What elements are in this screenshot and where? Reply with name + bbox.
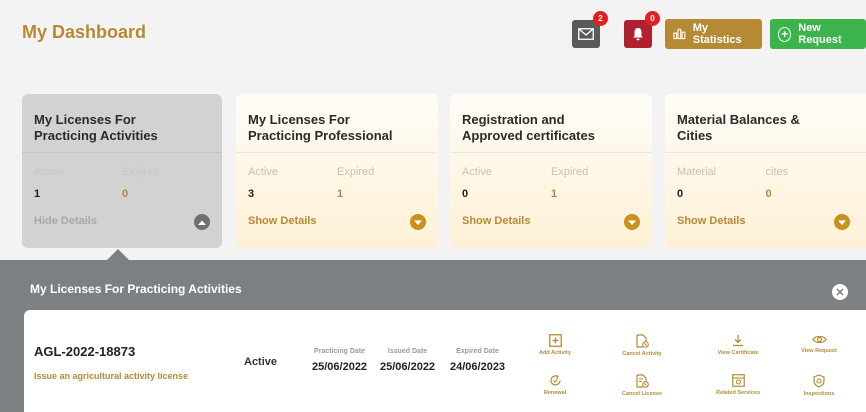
active-count: 1 [34,188,41,200]
card-values: 1 0 [34,188,210,200]
card-values: 0 1 [462,188,640,200]
card-divider [236,152,438,153]
card-labels: Active Expired [34,166,210,178]
renew-icon [549,374,561,386]
card-labels: Active Expired [462,166,640,178]
card-title: Material Balances & Cities [677,112,800,144]
my-statistics-button[interactable]: My Statistics [665,19,762,49]
view-certificate-button[interactable]: View Certificate [703,334,773,356]
hide-details-link[interactable]: Hide Details [34,215,97,227]
expired-count: 1 [551,188,558,200]
card-divider [22,152,222,153]
show-details-link[interactable]: Show Details [462,215,530,227]
cancel-activity-icon [635,334,649,348]
card-title: Registration and Approved certificates [462,112,595,144]
cities-count: 0 [765,188,772,200]
mail-count-badge: 2 [593,11,608,26]
show-details-link[interactable]: Show Details [248,215,316,227]
expired-label: Expired [122,166,160,178]
panel-title: My Licenses For Practicing Activities [30,282,242,296]
card-divider [450,152,652,153]
cancel-activity-button[interactable]: Cancel Activity [607,334,677,357]
add-activity-button[interactable]: Add Activity [520,334,590,356]
card-practicing-activities[interactable]: My Licenses For Practicing Activities Ac… [22,94,222,248]
card-labels: Active Expired [248,166,426,178]
close-icon[interactable]: ✕ [832,284,848,300]
header: My Dashboard 2 0 My Statistics + New Req… [0,0,866,80]
plus-circle-icon: + [778,26,792,42]
license-description[interactable]: Issue an agricultural activity license [34,371,188,381]
active-count: 3 [248,188,255,200]
view-request-button[interactable]: View Request [784,334,854,354]
inspection-icon [813,374,825,388]
cities-label: cites [765,166,789,178]
new-request-button[interactable]: + New Request [770,19,866,49]
expired-count: 1 [337,188,344,200]
issued-date: Issued Date 25/06/2022 [380,348,436,373]
expired-label: Expired [337,166,375,178]
notification-count-badge: 0 [645,11,660,26]
related-services-icon [731,374,745,387]
active-count: 0 [462,188,469,200]
active-label: Active [248,166,278,178]
add-activity-icon [548,334,562,347]
material-label: Material [677,166,717,178]
bell-icon [633,28,643,41]
chevron-down-icon[interactable] [410,214,426,230]
license-row: AGL-2022-18873 Issue an agricultural act… [24,310,866,412]
license-details-panel: My Licenses For Practicing Activities ✕ … [0,260,866,412]
eye-icon [811,335,827,344]
license-number: AGL-2022-18873 [34,344,136,359]
active-label: Active [34,166,64,178]
expired-date: Expired Date 24/06/2023 [450,348,506,373]
expired-count: 0 [122,188,129,200]
show-details-link[interactable]: Show Details [677,215,745,227]
page-title: My Dashboard [22,22,147,42]
practicing-date: Practicing Date 25/06/2022 [312,348,368,373]
my-statistics-label: My Statistics [692,22,742,46]
new-request-label: New Request [798,22,842,46]
statistics-icon [673,28,686,40]
cancel-license-icon [635,374,649,388]
card-labels: Material cites [677,166,854,178]
card-title: My Licenses For Practicing Professional [248,112,393,144]
card-practicing-professional[interactable]: My Licenses For Practicing Professional … [236,94,438,248]
card-title: My Licenses For Practicing Activities [34,112,158,144]
card-registration-certificates[interactable]: Registration and Approved certificates A… [450,94,652,248]
card-values: 0 0 [677,188,854,200]
card-material-balances[interactable]: Material Balances & Cities Material cite… [665,94,866,248]
card-values: 3 1 [248,188,426,200]
inspections-button[interactable]: Inspections [784,374,854,397]
envelope-icon [578,28,594,40]
chevron-down-icon[interactable] [834,214,850,230]
active-label: Active [462,166,492,178]
cancel-license-button[interactable]: Cancel License [607,374,677,397]
expired-label: Expired [551,166,589,178]
material-count: 0 [677,188,684,200]
card-divider [665,152,866,153]
chevron-down-icon[interactable] [624,214,640,230]
mail-button[interactable]: 2 [572,11,608,48]
renewal-button[interactable]: Renewal [520,374,590,396]
license-status: Active [244,356,278,368]
chevron-up-icon[interactable] [194,214,210,230]
download-icon [733,335,743,347]
related-services-button[interactable]: Related Services [703,374,773,396]
notifications-button[interactable]: 0 [624,11,660,48]
